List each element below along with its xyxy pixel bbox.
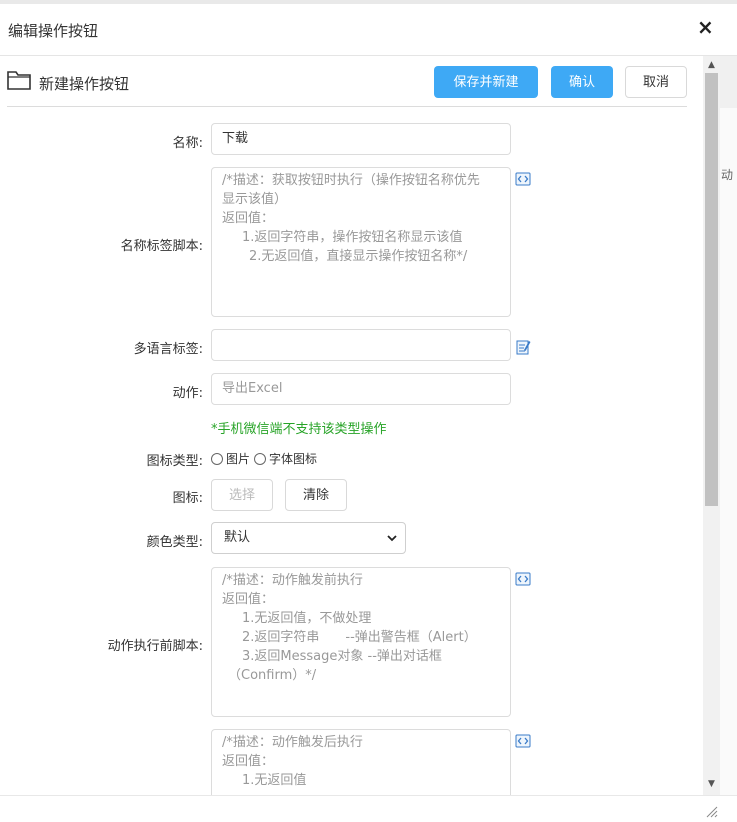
icon-select-button[interactable]: 选择 <box>211 479 273 511</box>
action-label: 动作: <box>172 386 203 401</box>
resize-grip-icon[interactable] <box>705 805 719 819</box>
radio-font-icon[interactable] <box>254 452 267 465</box>
name-label: 名称: <box>172 136 203 151</box>
radio-image[interactable] <box>211 452 223 465</box>
script-line: /*描述：动作触发后执行 <box>222 735 363 750</box>
script-line: 2.返回字符串 --弹出警告框（Alert） <box>242 630 477 645</box>
script-line: /*描述：动作触发前执行 <box>222 573 363 588</box>
scroll-down-arrow-icon[interactable]: ▼ <box>703 777 720 791</box>
script-line: （Confirm）*/ <box>228 668 317 683</box>
background-text-fragment: 动 <box>721 168 734 182</box>
dialog-title: 编辑操作按钮 <box>8 22 99 40</box>
name-script-label: 名称标签脚本: <box>120 239 203 254</box>
radio-image-label: 图片 <box>226 452 251 466</box>
wechat-unsupported-hint: *手机微信端不支持该类型操作 <box>211 422 387 437</box>
script-line: 返回值： <box>222 211 275 226</box>
toolbar-title: 新建操作按钮 <box>39 75 130 93</box>
translate-edit-icon[interactable] <box>515 339 531 355</box>
radio-font-icon-label: 字体图标 <box>269 452 318 466</box>
save-and-new-button[interactable]: 保存并新建 <box>434 66 538 98</box>
action-input[interactable]: 导出Excel <box>211 373 511 405</box>
color-type-value: 默认 <box>224 530 251 545</box>
name-script-textarea[interactable]: /*描述：获取按钮时执行（操作按钮名称优先 显示该值） 返回值： 1.返回字符串… <box>211 167 511 317</box>
icon-type-radio-group: 图片 字体图标 <box>211 450 321 467</box>
dialog-header: 编辑操作按钮 × <box>0 4 737 56</box>
confirm-button[interactable]: 确认 <box>551 66 613 98</box>
icon-clear-button[interactable]: 清除 <box>285 479 347 511</box>
chevron-down-icon <box>387 535 397 542</box>
color-type-select[interactable]: 默认 <box>211 522 406 554</box>
script-line: 返回值： <box>222 754 275 769</box>
vertical-scrollbar[interactable]: ▲ ▼ <box>703 56 720 795</box>
background-panel: 动 <box>720 56 737 795</box>
folder-icon <box>7 71 31 90</box>
background-panel-header <box>720 56 737 108</box>
script-line: 返回值： <box>222 592 275 607</box>
color-type-label: 颜色类型: <box>146 535 203 550</box>
toolbar-divider <box>7 106 687 107</box>
icon-type-label: 图标类型: <box>146 454 203 469</box>
icon-label: 图标: <box>172 491 203 506</box>
close-icon[interactable]: × <box>697 17 714 37</box>
script-line: 1.返回字符串，操作按钮名称显示该值 <box>242 230 463 245</box>
scrollbar-thumb[interactable] <box>705 73 718 506</box>
code-edit-icon[interactable] <box>515 733 531 749</box>
script-line: 3.返回Message对象 --弹出对话框 <box>242 649 442 664</box>
script-line: 1.无返回值，不做处理 <box>242 611 372 626</box>
scroll-up-arrow-icon[interactable]: ▲ <box>703 58 720 72</box>
code-edit-icon[interactable] <box>515 171 531 187</box>
multilang-input[interactable] <box>211 329 511 361</box>
before-script-label: 动作执行前脚本: <box>107 639 203 654</box>
script-line: /*描述：获取按钮时执行（操作按钮名称优先 <box>222 173 480 188</box>
multilang-label: 多语言标签: <box>133 342 203 357</box>
name-input[interactable]: 下载 <box>211 123 511 155</box>
code-edit-icon[interactable] <box>515 571 531 587</box>
script-line: 显示该值） <box>222 192 288 207</box>
before-script-textarea[interactable]: /*描述：动作触发前执行 返回值： 1.无返回值，不做处理 2.返回字符串 --… <box>211 567 511 717</box>
script-line: 1.无返回值 <box>242 773 307 788</box>
dialog-footer <box>0 795 737 822</box>
cancel-button[interactable]: 取消 <box>625 66 687 98</box>
script-line: 2.无返回值，直接显示操作按钮名称*/ <box>249 249 468 264</box>
